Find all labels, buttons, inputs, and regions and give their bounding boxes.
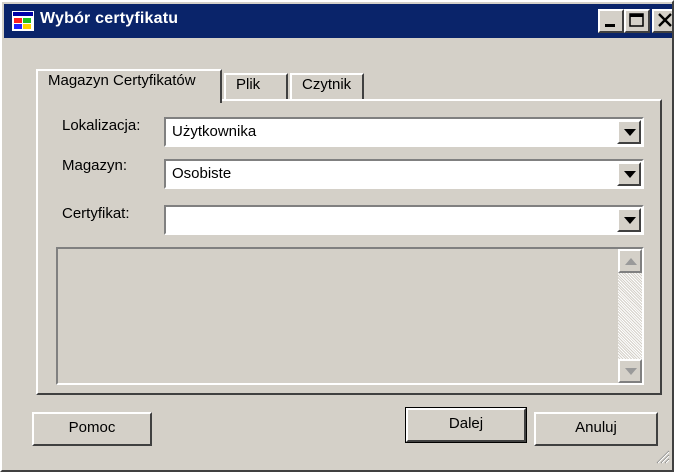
chevron-down-icon bbox=[624, 171, 636, 178]
tab-label: Czytnik bbox=[302, 76, 352, 93]
certificate-label: Certyfikat: bbox=[62, 205, 130, 222]
next-button[interactable]: Dalej bbox=[405, 407, 527, 443]
minimize-icon bbox=[605, 24, 615, 27]
chevron-down-icon bbox=[624, 217, 636, 224]
store-label: Magazyn: bbox=[62, 157, 128, 174]
tab-reader[interactable]: Czytnik bbox=[290, 73, 364, 101]
tab-file[interactable]: Plik bbox=[224, 73, 288, 101]
location-combobox[interactable]: Użytkownika bbox=[164, 117, 644, 147]
store-dropdown-button[interactable] bbox=[617, 162, 641, 186]
tab-certificate-store[interactable]: Magazyn Certyfikatów bbox=[36, 69, 222, 103]
store-value: Osobiste bbox=[172, 165, 232, 182]
location-label: Lokalizacja: bbox=[62, 117, 141, 134]
app-window-icon bbox=[12, 11, 34, 31]
help-button[interactable]: Pomoc bbox=[32, 412, 152, 446]
resize-grip-icon[interactable] bbox=[654, 448, 670, 468]
scroll-down-button[interactable] bbox=[618, 359, 642, 383]
chevron-down-icon bbox=[624, 129, 636, 136]
close-icon bbox=[658, 13, 672, 27]
certificate-dialog: Wybór certyfikatu Magazyn Certyfikatów P… bbox=[0, 0, 674, 472]
chevron-down-icon bbox=[625, 368, 637, 375]
cancel-button[interactable]: Anuluj bbox=[534, 412, 658, 446]
maximize-icon bbox=[629, 13, 644, 27]
title-bar[interactable]: Wybór certyfikatu bbox=[4, 4, 672, 38]
close-button[interactable] bbox=[652, 9, 672, 33]
store-combobox[interactable]: Osobiste bbox=[164, 159, 644, 189]
minimize-button[interactable] bbox=[598, 9, 624, 33]
tab-label: Magazyn Certyfikatów bbox=[48, 72, 196, 89]
certificate-details-box[interactable] bbox=[56, 247, 644, 385]
chevron-up-icon bbox=[625, 258, 637, 265]
location-dropdown-button[interactable] bbox=[617, 120, 641, 144]
location-value: Użytkownika bbox=[172, 123, 257, 140]
scroll-up-button[interactable] bbox=[618, 249, 642, 273]
vertical-scrollbar[interactable] bbox=[618, 249, 642, 383]
certificate-dropdown-button[interactable] bbox=[617, 208, 641, 232]
tab-label: Plik bbox=[236, 76, 261, 93]
tab-panel: Lokalizacja: Użytkownika Magazyn: Osobis… bbox=[36, 99, 662, 395]
window-title: Wybór certyfikatu bbox=[40, 10, 179, 27]
certificate-combobox[interactable] bbox=[164, 205, 644, 235]
maximize-button[interactable] bbox=[624, 9, 650, 33]
